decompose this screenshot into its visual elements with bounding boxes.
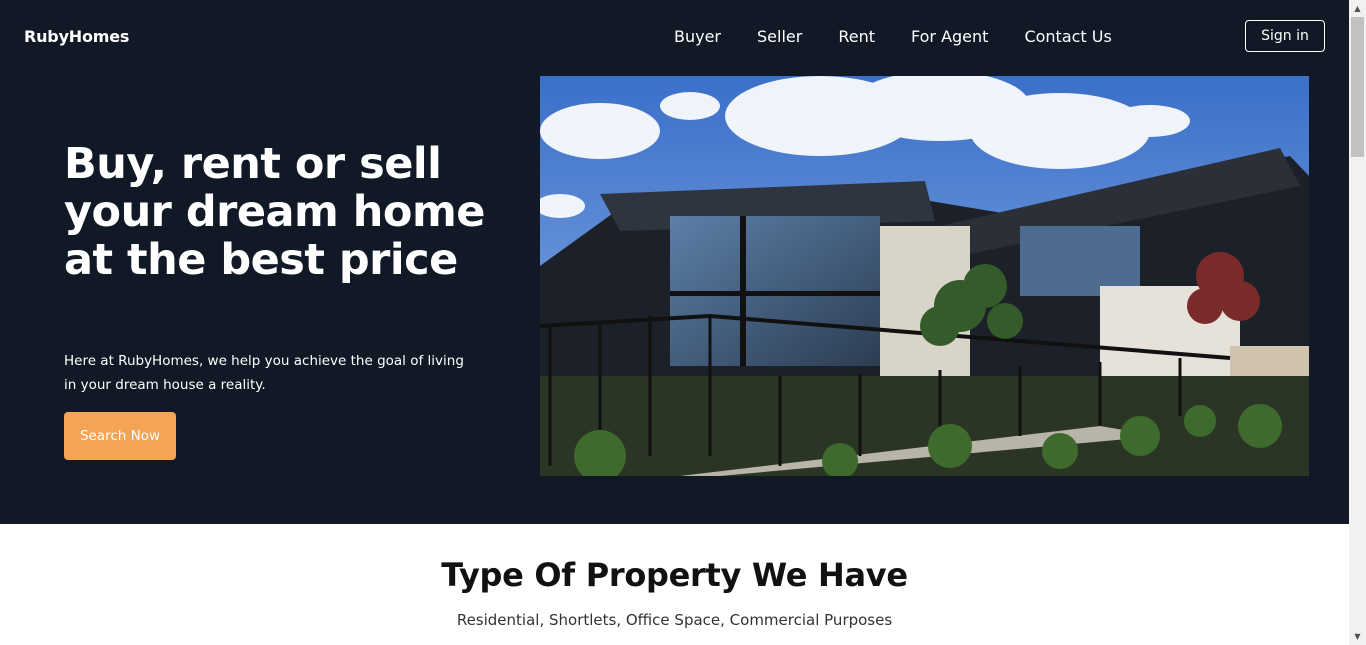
scroll-up-arrow-icon[interactable]: ▲ (1349, 0, 1366, 17)
vertical-scrollbar[interactable]: ▲ ▼ (1349, 0, 1366, 645)
hero-subtext: Here at RubyHomes, we help you achieve t… (64, 353, 464, 393)
property-types-subtitle: Residential, Shortlets, Office Space, Co… (456, 611, 893, 629)
page: RubyHomes Buyer Seller Rent For Agent Co… (0, 0, 1349, 645)
hero-house-image (540, 76, 1309, 476)
site-logo[interactable]: RubyHomes (24, 27, 129, 46)
nav-link-rent[interactable]: Rent (838, 27, 875, 46)
nav-link-contact-us[interactable]: Contact Us (1024, 27, 1111, 46)
main-nav: Buyer Seller Rent For Agent Contact Us (674, 27, 1148, 46)
hero-headline: Buy, rent or sell your dream home at the… (64, 139, 485, 285)
property-types-title: Type Of Property We Have (441, 556, 908, 594)
sign-in-button[interactable]: Sign in (1245, 20, 1325, 52)
nav-link-seller[interactable]: Seller (757, 27, 802, 46)
scroll-thumb[interactable] (1351, 17, 1364, 157)
nav-link-for-agent[interactable]: For Agent (911, 27, 988, 46)
search-now-button[interactable]: Search Now (64, 412, 176, 460)
scroll-down-arrow-icon[interactable]: ▼ (1349, 628, 1366, 645)
hero-section: RubyHomes Buyer Seller Rent For Agent Co… (0, 0, 1349, 524)
nav-link-buyer[interactable]: Buyer (674, 27, 721, 46)
